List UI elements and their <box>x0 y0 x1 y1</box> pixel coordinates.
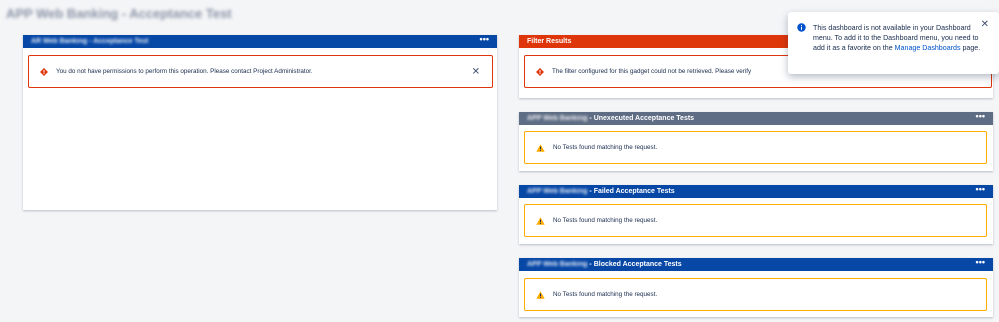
warning-triangle-icon <box>536 216 545 225</box>
warning-triangle-icon <box>536 143 545 152</box>
gadget-header: APP Web Banking - Blocked Acceptance Tes… <box>519 258 993 271</box>
error-diamond-icon <box>40 67 48 76</box>
no-tests-message: No Tests found matching the request. <box>524 204 987 237</box>
more-dots-icon[interactable]: ••• <box>976 185 985 194</box>
close-icon[interactable]: ✕ <box>981 20 989 30</box>
gadget-title: APP Web Banking - Failed Acceptance Test… <box>527 188 675 195</box>
gadget-header: AR Web Banking - Acceptance Test ••• <box>23 35 497 48</box>
gadget-header: APP Web Banking - Unexecuted Acceptance … <box>519 112 993 125</box>
gadget-title: APP Web Banking - Unexecuted Acceptance … <box>527 115 695 122</box>
message-text: No Tests found matching the request. <box>553 217 658 224</box>
error-text: The filter configured for this gadget co… <box>552 68 752 75</box>
flag-text: This dashboard is not available in your … <box>813 24 981 52</box>
info-flag: This dashboard is not available in your … <box>788 12 999 74</box>
error-text: You do not have permissions to perform t… <box>56 68 313 75</box>
message-text: No Tests found matching the request. <box>553 291 658 298</box>
gadget-title: Filter Results <box>527 38 572 45</box>
gadget-title: AR Web Banking - Acceptance Test <box>31 38 149 45</box>
permission-error-message: You do not have permissions to perform t… <box>28 55 493 88</box>
message-text: No Tests found matching the request. <box>553 144 658 151</box>
more-dots-icon[interactable]: ••• <box>480 35 489 44</box>
info-circle-icon <box>797 23 806 32</box>
error-diamond-icon <box>536 67 544 76</box>
more-dots-icon[interactable]: ••• <box>976 258 985 267</box>
no-tests-message: No Tests found matching the request. <box>524 278 987 311</box>
warning-triangle-icon <box>536 290 545 299</box>
gadget-title: APP Web Banking - Blocked Acceptance Tes… <box>527 261 682 268</box>
page-title: APP Web Banking - Acceptance Test <box>6 6 232 21</box>
gadget-header: APP Web Banking - Failed Acceptance Test… <box>519 185 993 198</box>
no-tests-message: No Tests found matching the request. <box>524 131 987 164</box>
close-icon[interactable]: ✕ <box>472 66 480 77</box>
manage-dashboards-link[interactable]: Manage Dashboards <box>895 44 961 52</box>
more-dots-icon[interactable]: ••• <box>976 112 985 121</box>
